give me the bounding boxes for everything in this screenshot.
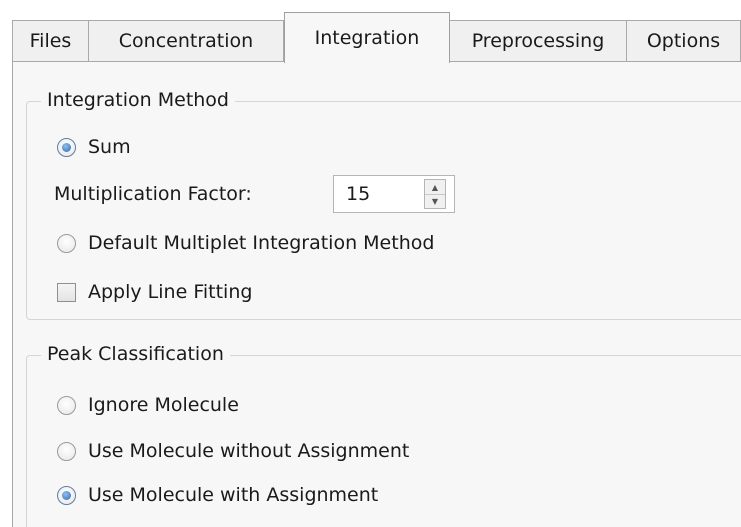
default-multiplet-label: Default Multiplet Integration Method bbox=[88, 232, 435, 254]
use-molecule-with-assignment-row[interactable]: Use Molecule with Assignment bbox=[57, 484, 378, 506]
tab-bar: Files Concentration Integration Preproce… bbox=[0, 0, 741, 63]
sum-radio-row[interactable]: Sum bbox=[57, 136, 131, 158]
use-molecule-with-assignment-label: Use Molecule with Assignment bbox=[88, 484, 379, 506]
tab-options[interactable]: Options bbox=[626, 20, 741, 61]
multiplication-factor-row: Multiplication Factor: bbox=[54, 183, 252, 205]
multiplication-factor-value[interactable]: 15 bbox=[346, 176, 370, 212]
ignore-molecule-label: Ignore Molecule bbox=[88, 394, 239, 416]
tab-preprocessing[interactable]: Preprocessing bbox=[449, 20, 627, 61]
multiplication-factor-label: Multiplication Factor: bbox=[54, 183, 252, 205]
radio-button-icon[interactable] bbox=[57, 441, 76, 461]
multiplication-factor-spinbox[interactable]: 15 ▲ ▼ bbox=[333, 175, 455, 213]
sum-label: Sum bbox=[88, 136, 131, 158]
tab-files[interactable]: Files bbox=[12, 20, 89, 61]
apply-line-fitting-row[interactable]: Apply Line Fitting bbox=[57, 281, 252, 303]
tab-concentration[interactable]: Concentration bbox=[88, 20, 284, 61]
use-molecule-without-assignment-row[interactable]: Use Molecule without Assignment bbox=[57, 440, 409, 462]
radio-button-icon[interactable] bbox=[57, 137, 76, 157]
use-molecule-without-assignment-label: Use Molecule without Assignment bbox=[88, 440, 410, 462]
radio-button-icon[interactable] bbox=[57, 485, 76, 505]
radio-button-icon[interactable] bbox=[57, 233, 76, 253]
ignore-molecule-radio-row[interactable]: Ignore Molecule bbox=[57, 394, 239, 416]
default-multiplet-radio-row[interactable]: Default Multiplet Integration Method bbox=[57, 232, 434, 254]
apply-line-fitting-label: Apply Line Fitting bbox=[88, 281, 253, 303]
spin-down-arrow-icon[interactable]: ▼ bbox=[425, 194, 445, 208]
peak-classification-title: Peak Classification bbox=[41, 343, 230, 365]
checkbox-icon[interactable] bbox=[57, 282, 76, 302]
spin-buttons: ▲ ▼ bbox=[424, 179, 446, 209]
tab-integration[interactable]: Integration bbox=[284, 12, 450, 63]
integration-method-title: Integration Method bbox=[41, 89, 235, 111]
radio-button-icon[interactable] bbox=[57, 395, 76, 415]
spin-up-arrow-icon[interactable]: ▲ bbox=[425, 180, 445, 195]
